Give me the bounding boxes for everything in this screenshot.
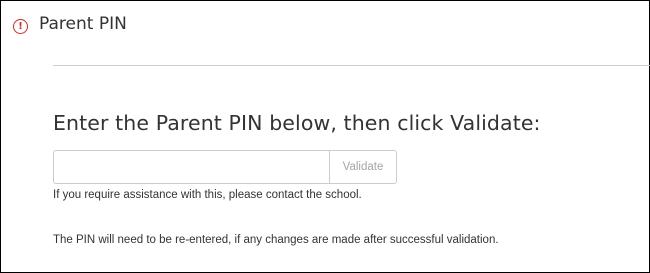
panel-title: Parent PIN bbox=[39, 14, 127, 34]
parent-pin-input[interactable] bbox=[53, 150, 329, 184]
revalidation-note: The PIN will need to be re-entered, if a… bbox=[53, 234, 499, 246]
parent-pin-panel: ! Parent PIN Enter the Parent PIN below,… bbox=[0, 0, 650, 273]
instruction-heading: Enter the Parent PIN below, then click V… bbox=[53, 111, 541, 135]
help-text: If you require assistance with this, ple… bbox=[53, 189, 362, 201]
validate-button[interactable]: Validate bbox=[329, 150, 397, 184]
divider bbox=[53, 65, 650, 66]
pin-input-group: Validate bbox=[53, 150, 397, 184]
alert-circle-icon: ! bbox=[13, 19, 28, 34]
